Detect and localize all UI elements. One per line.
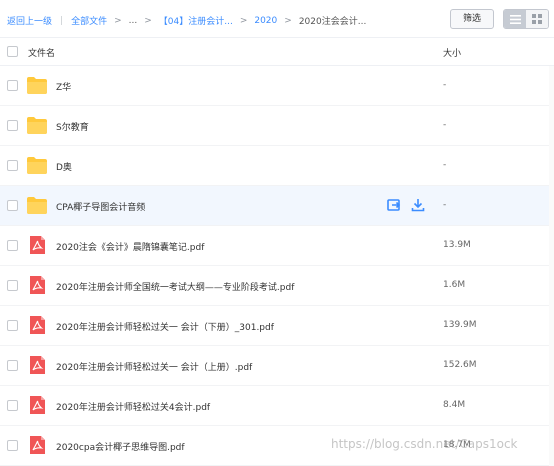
pdf-icon xyxy=(30,396,45,414)
row-checkbox[interactable] xyxy=(7,240,18,251)
folder-icon xyxy=(27,197,47,214)
file-row[interactable]: 2020cpa会计椰子思维导图.pdf 18.7M xyxy=(0,426,554,466)
file-row[interactable]: 2020年注册会计师全国统一考试大纲——专业阶段考试.pdf 1.6M xyxy=(0,266,554,306)
file-size: - xyxy=(443,120,447,130)
file-row[interactable]: 2020年注册会计师轻松过关一 会计（上册）.pdf 152.6M xyxy=(0,346,554,386)
file-row[interactable]: CPA椰子导图会计音频 - xyxy=(0,186,554,226)
file-name[interactable]: 2020注会《会计》晨隋锦囊笔记.pdf xyxy=(56,240,204,253)
column-header-name[interactable]: 文件名 xyxy=(28,46,55,59)
breadcrumb-arrow: > xyxy=(284,15,292,26)
row-checkbox[interactable] xyxy=(7,120,18,131)
file-size: - xyxy=(443,160,447,170)
breadcrumb-ellipsis[interactable]: ... xyxy=(129,16,138,26)
grid-view-icon xyxy=(532,14,542,24)
pdf-icon xyxy=(30,276,45,294)
row-checkbox[interactable] xyxy=(7,200,18,211)
row-checkbox[interactable] xyxy=(7,280,18,291)
list-view-icon xyxy=(509,14,521,24)
row-actions xyxy=(387,198,425,212)
file-name[interactable]: 2020cpa会计椰子思维导图.pdf xyxy=(56,440,185,453)
file-row[interactable]: D奥 - xyxy=(0,146,554,186)
share-icon[interactable] xyxy=(387,198,401,212)
pdf-icon xyxy=(30,436,45,454)
pdf-icon xyxy=(30,236,45,254)
file-size: - xyxy=(443,80,447,90)
folder-icon xyxy=(27,157,47,174)
folder-icon xyxy=(27,77,47,94)
file-size: 18.7M xyxy=(443,440,471,450)
breadcrumb-arrow: > xyxy=(144,15,152,26)
file-list-header: 文件名 大小 xyxy=(0,38,554,66)
file-name[interactable]: 2020年注册会计师轻松过关4会计.pdf xyxy=(56,400,210,413)
list-view-button[interactable] xyxy=(504,10,526,28)
pdf-icon xyxy=(30,316,45,334)
row-checkbox[interactable] xyxy=(7,80,18,91)
file-name[interactable]: 2020年注册会计师轻松过关一 会计（上册）.pdf xyxy=(56,360,252,373)
file-name[interactable]: D奥 xyxy=(56,160,72,173)
file-row[interactable]: S尔教育 - xyxy=(0,106,554,146)
file-name[interactable]: 2020年注册会计师全国统一考试大纲——专业阶段考试.pdf xyxy=(56,280,294,293)
row-checkbox[interactable] xyxy=(7,320,18,331)
scrollbar-track[interactable] xyxy=(549,66,554,466)
file-size: 152.6M xyxy=(443,360,477,370)
download-icon[interactable] xyxy=(411,198,425,212)
row-checkbox[interactable] xyxy=(7,440,18,451)
filter-button[interactable]: 筛选 xyxy=(450,9,494,29)
row-checkbox[interactable] xyxy=(7,160,18,171)
breadcrumb-folder-04[interactable]: 【04】注册会计... xyxy=(159,14,233,27)
file-name[interactable]: CPA椰子导图会计音频 xyxy=(56,200,145,213)
file-row[interactable]: 2020注会《会计》晨隋锦囊笔记.pdf 13.9M xyxy=(0,226,554,266)
back-link[interactable]: 返回上一级 xyxy=(7,14,52,27)
breadcrumb-all-files[interactable]: 全部文件 xyxy=(71,14,107,27)
view-toggle xyxy=(503,9,549,29)
pdf-icon xyxy=(30,356,45,374)
file-size: - xyxy=(443,200,447,210)
file-name[interactable]: Z华 xyxy=(56,80,71,93)
file-size: 13.9M xyxy=(443,240,471,250)
breadcrumb-divider: | xyxy=(60,15,64,26)
row-checkbox[interactable] xyxy=(7,360,18,371)
file-row[interactable]: 2020年注册会计师轻松过关4会计.pdf 8.4M xyxy=(0,386,554,426)
file-name[interactable]: S尔教育 xyxy=(56,120,89,133)
file-row[interactable]: Z华 - xyxy=(0,66,554,106)
top-toolbar: 返回上一级 | 全部文件 > ... > 【04】注册会计... > 2020 … xyxy=(0,0,554,38)
file-size: 8.4M xyxy=(443,400,466,410)
breadcrumb-arrow: > xyxy=(239,15,248,26)
breadcrumb-current: 2020注会会计... xyxy=(298,17,367,27)
select-all-checkbox[interactable] xyxy=(7,46,18,57)
file-size: 1.6M xyxy=(443,280,466,290)
breadcrumb-arrow: > xyxy=(114,15,122,26)
file-name[interactable]: 2020年注册会计师轻松过关一 会计（下册）_301.pdf xyxy=(56,320,274,333)
file-size: 139.9M xyxy=(443,320,477,330)
folder-icon xyxy=(27,117,47,134)
breadcrumb-folder-2020[interactable]: 2020 xyxy=(254,16,277,26)
row-checkbox[interactable] xyxy=(7,400,18,411)
column-header-size[interactable]: 大小 xyxy=(443,46,461,59)
breadcrumb: 返回上一级 | 全部文件 > ... > 【04】注册会计... > 2020 … xyxy=(7,14,367,28)
file-row[interactable]: 2020年注册会计师轻松过关一 会计（下册）_301.pdf 139.9M xyxy=(0,306,554,346)
grid-view-button[interactable] xyxy=(526,10,548,28)
